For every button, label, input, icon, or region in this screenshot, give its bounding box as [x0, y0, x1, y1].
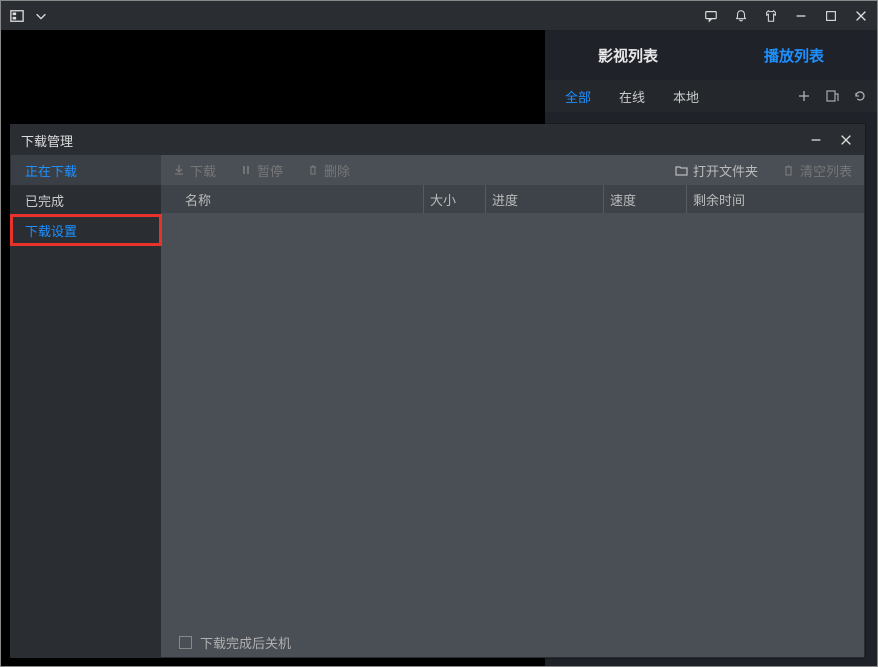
notification-icon[interactable]	[733, 8, 749, 24]
dlm-title-text: 下载管理	[21, 131, 73, 150]
header-remain[interactable]: 剩余时间	[686, 185, 864, 213]
sidebar-item-label: 下载设置	[25, 221, 77, 240]
dlm-footer: 下载完成后关机	[161, 627, 864, 657]
shutdown-checkbox[interactable]	[179, 636, 192, 649]
header-progress[interactable]: 进度	[485, 185, 603, 213]
sidebar-item-completed[interactable]: 已完成	[11, 185, 161, 215]
app-logo-icon	[9, 8, 25, 24]
filter-online[interactable]: 在线	[609, 83, 655, 110]
filter-row: 全部 在线 本地	[545, 80, 877, 112]
tab-play-list-label: 播放列表	[764, 45, 824, 66]
sidebar-item-label: 已完成	[25, 191, 64, 210]
dlm-minimize-icon[interactable]	[808, 132, 824, 148]
maximize-icon[interactable]	[823, 8, 839, 24]
close-icon[interactable]	[853, 8, 869, 24]
import-icon[interactable]	[825, 89, 839, 103]
chat-icon[interactable]	[703, 8, 719, 24]
header-speed[interactable]: 速度	[603, 185, 686, 213]
toolbar-pause-button[interactable]: 暂停	[240, 161, 283, 180]
toolbar-delete-button[interactable]: 删除	[307, 161, 350, 180]
dlm-sidebar: 正在下载 已完成 下载设置	[11, 155, 161, 657]
dlm-download-list	[161, 213, 864, 627]
toolbar-download-label: 下载	[190, 161, 216, 180]
tab-video-list[interactable]: 影视列表	[545, 30, 711, 80]
dropdown-icon[interactable]	[33, 8, 49, 24]
dlm-column-headers: 名称 大小 进度 速度 剩余时间	[161, 185, 864, 213]
filter-all[interactable]: 全部	[555, 83, 601, 110]
dlm-titlebar[interactable]: 下载管理	[11, 125, 864, 155]
minimize-icon[interactable]	[793, 8, 809, 24]
dlm-content: 下载 暂停 删除 打开文件夹 清空列表	[161, 155, 864, 657]
toolbar-delete-label: 删除	[324, 161, 350, 180]
download-manager-window: 下载管理 正在下载 已完成 下载设置	[10, 124, 865, 658]
shutdown-label: 下载完成后关机	[200, 633, 291, 652]
app-titlebar	[0, 0, 878, 30]
tab-video-list-label: 影视列表	[598, 45, 658, 66]
skin-icon[interactable]	[763, 8, 779, 24]
dlm-close-icon[interactable]	[838, 132, 854, 148]
toolbar-clear-list-label: 清空列表	[800, 161, 852, 180]
filter-local[interactable]: 本地	[663, 83, 709, 110]
sidebar-item-settings[interactable]: 下载设置	[11, 215, 161, 245]
toolbar-download-button[interactable]: 下载	[173, 161, 216, 180]
refresh-icon[interactable]	[853, 89, 867, 103]
dlm-toolbar: 下载 暂停 删除 打开文件夹 清空列表	[161, 155, 864, 185]
add-icon[interactable]	[797, 89, 811, 103]
sidebar-item-label: 正在下载	[25, 161, 77, 180]
toolbar-open-folder-label: 打开文件夹	[693, 161, 758, 180]
toolbar-pause-label: 暂停	[257, 161, 283, 180]
tab-play-list[interactable]: 播放列表	[711, 30, 877, 80]
header-size[interactable]: 大小	[423, 185, 485, 213]
sidebar-item-downloading[interactable]: 正在下载	[11, 155, 161, 185]
toolbar-clear-list-button[interactable]: 清空列表	[782, 161, 852, 180]
toolbar-open-folder-button[interactable]: 打开文件夹	[675, 161, 758, 180]
header-name[interactable]: 名称	[161, 185, 423, 213]
